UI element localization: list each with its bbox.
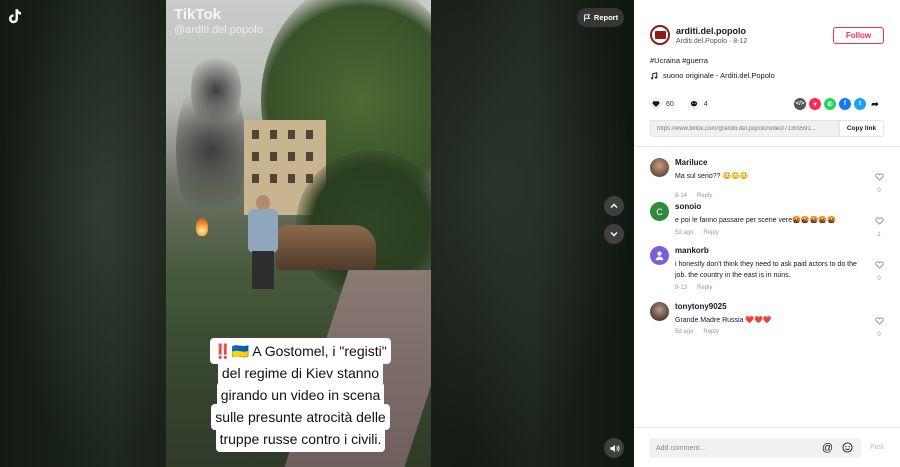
comment-meta: 5d ago Reply	[675, 329, 719, 335]
comment-date: 8-14	[675, 193, 688, 199]
author-username[interactable]: arditi.del.popolo	[676, 26, 746, 36]
comment-like[interactable]: 0	[872, 256, 886, 282]
post-date: 8-12	[733, 38, 748, 45]
comment-bubble-icon	[690, 101, 697, 107]
comment-date: 8-13	[675, 285, 688, 291]
comment-text: Grande Madre Russia ❤️❤️❤️	[675, 317, 772, 324]
commenter-avatar[interactable]	[650, 246, 669, 265]
comment-text: i honestly don't think they need to ask …	[675, 261, 857, 279]
comment-meta: 5d ago Reply	[675, 230, 719, 236]
mention-icon[interactable]: @	[822, 442, 833, 454]
fire	[196, 218, 208, 236]
comment-like-count: 0	[877, 276, 881, 282]
heart-icon	[652, 101, 660, 108]
comment-like-count: 1	[877, 232, 881, 238]
comment-text: Ma sul serio?? 😳😳😳	[675, 173, 749, 180]
video-link[interactable]: https://www.tiktok.com/@arditi.del.popol…	[651, 126, 839, 132]
twitter-icon[interactable]: t	[854, 98, 866, 110]
comment-input[interactable]: Add comment... @	[649, 438, 861, 458]
comment-meta: 8-14 Reply	[675, 193, 712, 199]
comment-date: 5d ago	[675, 329, 694, 335]
video-player: TikTok @arditi.del.popolo ‼️🇺🇦 A Gostome…	[0, 0, 634, 467]
follow-button[interactable]: Follow	[833, 27, 884, 44]
like-count: 60	[666, 100, 674, 108]
copy-link-button[interactable]: Copy link	[839, 121, 883, 136]
commenter-username[interactable]: Mariluce	[675, 158, 707, 167]
whatsapp-icon[interactable]: ✆	[824, 98, 836, 110]
video-frame[interactable]: TikTok @arditi.del.popolo ‼️🇺🇦 A Gostome…	[166, 0, 431, 467]
reply-button[interactable]: Reply	[703, 329, 718, 335]
comment-placeholder: Add comment...	[656, 444, 706, 452]
comment-like[interactable]: 0	[872, 168, 886, 194]
reply-button[interactable]: Reply	[697, 193, 712, 199]
reply-button[interactable]: Reply	[697, 285, 712, 291]
previous-video-button[interactable]	[604, 196, 624, 216]
share-link-box: https://www.tiktok.com/@arditi.del.popol…	[650, 120, 884, 137]
chevron-up-icon	[610, 203, 618, 208]
comment-composer: Add comment... @ Post	[634, 427, 900, 467]
person	[246, 195, 280, 290]
watermark-handle: @arditi.del.popolo	[174, 24, 263, 36]
like-button[interactable]	[650, 98, 662, 110]
emoji-icon[interactable]	[842, 442, 853, 453]
heart-outline-icon	[874, 261, 884, 269]
chevron-down-icon	[610, 232, 618, 237]
send-to-friends-icon[interactable]: ▾	[809, 98, 821, 110]
caption-line: truppe russe contro i civili.	[215, 426, 386, 452]
comment-text: e poi le fanno passare per scene vere🤬🤬🤬…	[675, 217, 836, 224]
comment-like-count: 0	[877, 188, 881, 194]
tiktok-watermark: TikTok	[174, 6, 221, 23]
smoke	[191, 50, 241, 130]
commenter-username[interactable]: sonoio	[675, 202, 701, 211]
embed-icon[interactable]: </>	[794, 98, 806, 110]
music-note-icon	[650, 71, 658, 79]
heart-outline-icon	[874, 173, 884, 181]
comment-meta: 8-13 Reply	[675, 285, 712, 291]
comment-count-button[interactable]	[687, 98, 700, 110]
comment-like[interactable]: 1	[872, 212, 886, 238]
details-panel: arditi.del.popolo Arditi.del.Popolo · 8-…	[634, 0, 900, 467]
commenter-avatar[interactable]	[650, 302, 669, 321]
heart-outline-icon	[874, 217, 884, 225]
commenter-avatar[interactable]: C	[650, 202, 669, 221]
author-avatar[interactable]	[650, 25, 670, 45]
commenter-username[interactable]: mankorb	[675, 246, 709, 255]
facebook-icon[interactable]: f	[839, 98, 851, 110]
reply-button[interactable]: Reply	[703, 230, 718, 236]
comment-like[interactable]: 0	[872, 312, 886, 338]
sound-link[interactable]: suono originale - Arditi.del.Popolo	[650, 71, 775, 80]
report-label: Report	[593, 13, 619, 22]
engagement-stats: 60 4	[650, 98, 708, 110]
sound-title: suono originale - Arditi.del.Popolo	[663, 71, 775, 80]
share-arrow-icon[interactable]: ➦	[869, 98, 881, 110]
speaker-icon	[609, 444, 619, 452]
tiktok-logo-icon[interactable]	[6, 7, 24, 25]
divider	[634, 146, 900, 147]
burned-car	[276, 225, 376, 270]
share-buttons: </> ▾ ✆ f t ➦	[794, 98, 881, 110]
post-button[interactable]: Post	[870, 444, 884, 451]
hashtags[interactable]: #Ucraina #guerra	[650, 56, 708, 65]
blurred-background-left	[0, 0, 166, 467]
comment-count: 4	[703, 100, 708, 108]
volume-button[interactable]	[604, 438, 624, 458]
author-display-name: Arditi.del.Popolo	[676, 38, 727, 45]
comment-like-count: 0	[877, 332, 881, 338]
commenter-username[interactable]: tonytony9025	[675, 302, 727, 311]
heart-outline-icon	[874, 317, 884, 325]
author-meta: Arditi.del.Popolo · 8-12	[676, 38, 748, 45]
report-button[interactable]: Report	[577, 8, 624, 27]
next-video-button[interactable]	[604, 224, 624, 244]
comment-date: 5d ago	[675, 230, 694, 236]
commenter-avatar[interactable]	[650, 158, 669, 177]
user-placeholder-icon	[655, 251, 664, 261]
flag-icon	[584, 13, 591, 21]
